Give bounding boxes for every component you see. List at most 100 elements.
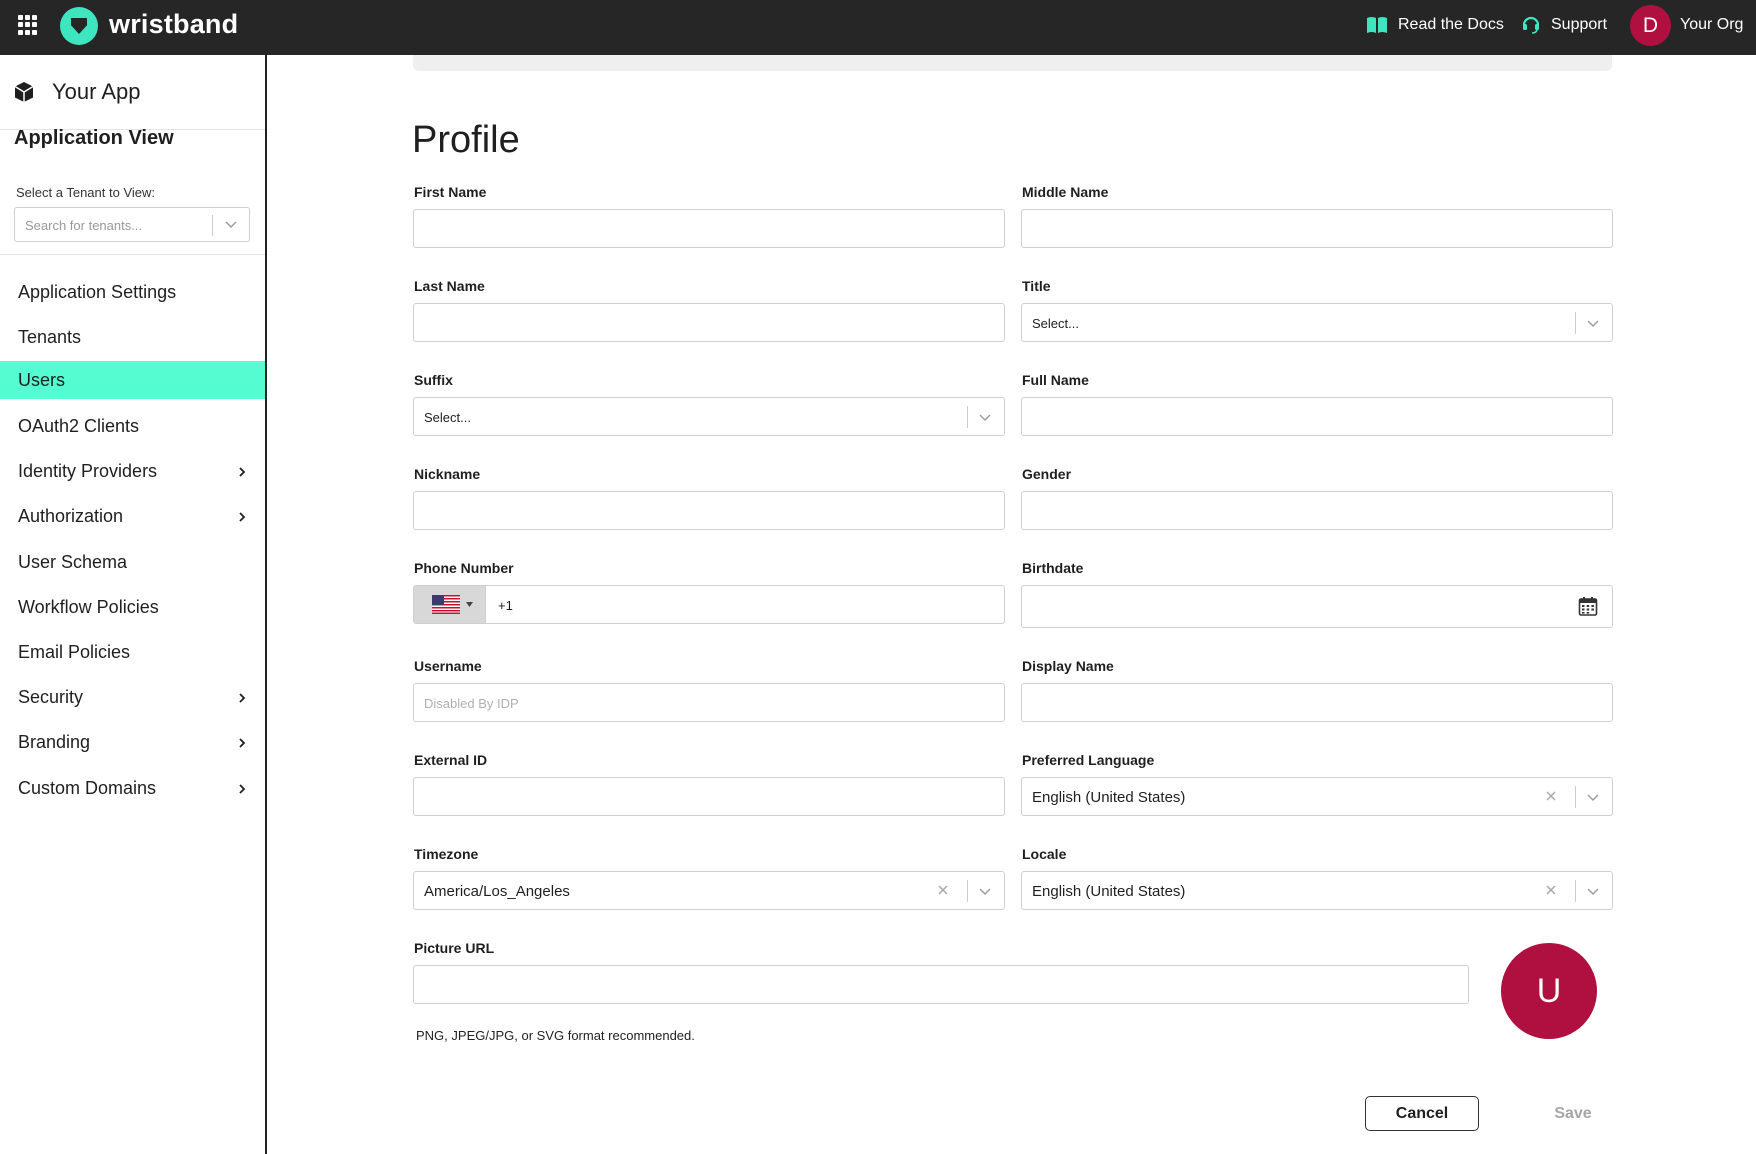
select-separator bbox=[967, 880, 968, 902]
page-title: Profile bbox=[412, 119, 520, 161]
chevron-down-icon[interactable] bbox=[978, 411, 992, 423]
display-name-label: Display Name bbox=[1022, 658, 1114, 674]
tenant-select-label: Select a Tenant to View: bbox=[16, 185, 156, 200]
calendar-icon[interactable] bbox=[1578, 596, 1598, 616]
sidebar-item-label: Security bbox=[18, 687, 84, 707]
app-header[interactable]: Your App bbox=[0, 55, 265, 130]
book-icon[interactable] bbox=[1366, 16, 1388, 34]
title-select[interactable]: Select... bbox=[1021, 303, 1613, 342]
caret-down-icon bbox=[466, 602, 473, 607]
cube-icon bbox=[14, 82, 34, 102]
first-name-input[interactable] bbox=[413, 209, 1005, 248]
application-view-title: Application View bbox=[14, 127, 174, 149]
read-docs-link[interactable]: Read the Docs bbox=[1398, 16, 1504, 34]
save-button[interactable]: Save bbox=[1523, 1096, 1623, 1131]
sidebar-item-oauth2-clients[interactable]: OAuth2 Clients bbox=[0, 407, 265, 445]
title-select-value: Select... bbox=[1032, 316, 1079, 331]
locale-select[interactable]: English (United States) bbox=[1021, 871, 1613, 910]
middle-name-label: Middle Name bbox=[1022, 184, 1109, 200]
display-name-input[interactable] bbox=[1021, 683, 1613, 722]
tenant-search-select[interactable]: Search for tenants... bbox=[14, 207, 250, 242]
gender-label: Gender bbox=[1022, 466, 1072, 482]
sidebar-item-tenants[interactable]: Tenants bbox=[0, 318, 265, 356]
app-grid-icon[interactable] bbox=[18, 15, 38, 35]
select-separator bbox=[212, 215, 213, 236]
select-separator bbox=[1575, 312, 1576, 334]
profile-picture-avatar: U bbox=[1501, 943, 1597, 1039]
full-name-input[interactable] bbox=[1021, 397, 1613, 436]
sidebar-item-security[interactable]: Security bbox=[0, 678, 265, 716]
app-name: Your App bbox=[52, 79, 141, 104]
sidebar-item-label: OAuth2 Clients bbox=[18, 416, 140, 436]
tenant-search-placeholder: Search for tenants... bbox=[25, 218, 143, 233]
picture-url-label: Picture URL bbox=[414, 940, 495, 956]
nickname-label: Nickname bbox=[414, 466, 481, 482]
top-bar: wristband Read the Docs Support D Your O… bbox=[0, 0, 1756, 55]
preferred-language-value: English (United States) bbox=[1032, 789, 1186, 806]
sidebar-item-user-schema[interactable]: User Schema bbox=[0, 543, 265, 581]
sidebar-item-users[interactable]: Users bbox=[0, 361, 265, 399]
previous-section-panel bbox=[413, 55, 1612, 71]
phone-number-label: Phone Number bbox=[414, 560, 514, 576]
chevron-right-icon bbox=[239, 784, 246, 794]
wristband-logo-icon bbox=[60, 7, 98, 45]
suffix-label: Suffix bbox=[414, 372, 453, 388]
support-link[interactable]: Support bbox=[1551, 16, 1607, 34]
chevron-down-icon[interactable] bbox=[1586, 791, 1600, 803]
sidebar-item-authorization[interactable]: Authorization bbox=[0, 497, 265, 535]
full-name-label: Full Name bbox=[1022, 372, 1089, 388]
picture-url-input[interactable] bbox=[413, 965, 1469, 1004]
sidebar-item-email-policies[interactable]: Email Policies bbox=[0, 633, 265, 671]
sidebar-item-label: User Schema bbox=[18, 552, 128, 572]
sidebar-item-workflow-policies[interactable]: Workflow Policies bbox=[0, 588, 265, 626]
timezone-label: Timezone bbox=[414, 846, 479, 862]
external-id-input[interactable] bbox=[413, 777, 1005, 816]
phone-country-code: +1 bbox=[498, 598, 513, 613]
select-separator bbox=[1575, 786, 1576, 808]
clear-icon[interactable] bbox=[1544, 883, 1558, 897]
country-code-selector[interactable] bbox=[414, 586, 486, 623]
preferred-language-select[interactable]: English (United States) bbox=[1021, 777, 1613, 816]
suffix-select-value: Select... bbox=[424, 410, 471, 425]
chevron-right-icon bbox=[239, 738, 246, 748]
birthdate-input[interactable] bbox=[1021, 585, 1613, 628]
nickname-input[interactable] bbox=[413, 491, 1005, 530]
sidebar: Your App Application View Select a Tenan… bbox=[0, 55, 267, 1154]
picture-format-hint: PNG, JPEG/JPG, or SVG format recommended… bbox=[416, 1028, 695, 1043]
chevron-down-icon[interactable] bbox=[225, 218, 237, 230]
sidebar-item-label: Authorization bbox=[18, 506, 124, 526]
chevron-down-icon[interactable] bbox=[1586, 317, 1600, 329]
username-label: Username bbox=[414, 658, 482, 674]
clear-icon[interactable] bbox=[936, 883, 950, 897]
sidebar-item-label: Identity Providers bbox=[18, 461, 158, 481]
sidebar-item-custom-domains[interactable]: Custom Domains bbox=[0, 769, 265, 807]
chevron-right-icon bbox=[239, 693, 246, 703]
timezone-select[interactable]: America/Los_Angeles bbox=[413, 871, 1005, 910]
sidebar-item-label: Email Policies bbox=[18, 642, 131, 662]
middle-name-input[interactable] bbox=[1021, 209, 1613, 248]
org-menu[interactable]: Your Org bbox=[1680, 16, 1743, 34]
locale-label: Locale bbox=[1022, 846, 1067, 862]
chevron-down-icon[interactable] bbox=[1586, 885, 1600, 897]
sidebar-item-label: Tenants bbox=[18, 327, 82, 347]
suffix-select[interactable]: Select... bbox=[413, 397, 1005, 436]
select-separator bbox=[1575, 880, 1576, 902]
clear-icon[interactable] bbox=[1544, 789, 1558, 803]
chevron-right-icon bbox=[239, 512, 246, 522]
chevron-down-icon[interactable] bbox=[978, 885, 992, 897]
chevron-right-icon bbox=[239, 467, 246, 477]
sidebar-item-branding[interactable]: Branding bbox=[0, 723, 265, 761]
gender-input[interactable] bbox=[1021, 491, 1613, 530]
main-content: Profile First Name Middle Name Last Name… bbox=[267, 55, 1756, 1154]
headset-icon[interactable] bbox=[1521, 14, 1541, 34]
last-name-input[interactable] bbox=[413, 303, 1005, 342]
title-label: Title bbox=[1022, 278, 1051, 294]
first-name-label: First Name bbox=[414, 184, 487, 200]
cancel-button[interactable]: Cancel bbox=[1365, 1096, 1479, 1131]
sidebar-item-label: Branding bbox=[18, 732, 91, 752]
select-separator bbox=[967, 406, 968, 428]
phone-number-input[interactable]: +1 bbox=[413, 585, 1005, 624]
sidebar-item-identity-providers[interactable]: Identity Providers bbox=[0, 452, 265, 490]
org-avatar[interactable]: D bbox=[1630, 5, 1671, 46]
sidebar-item-application-settings[interactable]: Application Settings bbox=[0, 273, 265, 311]
